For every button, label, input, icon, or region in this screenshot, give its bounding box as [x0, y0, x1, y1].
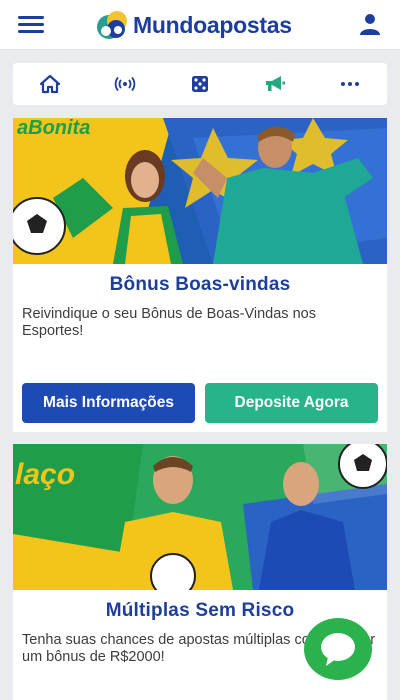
more-dots-icon	[340, 82, 359, 86]
user-profile-icon[interactable]	[358, 12, 382, 36]
deposit-now-button[interactable]: Deposite Agora	[205, 383, 378, 423]
promo-actions: Mais Informações Deposite Agora	[22, 383, 378, 423]
promo-card-welcome-bonus: aBonita Bônus Boas-vindas Reivindique o …	[13, 118, 387, 432]
live-chat-button[interactable]	[304, 618, 372, 680]
nav-promotions[interactable]	[255, 68, 295, 100]
brand-name: Mundoapostas	[133, 11, 292, 38]
nav-home[interactable]	[30, 68, 70, 100]
hamburger-menu-icon[interactable]	[18, 14, 44, 34]
megaphone-icon	[265, 76, 285, 91]
nav-casino[interactable]	[180, 68, 220, 100]
promo-banner-image: aBonita	[13, 118, 387, 264]
banner-text: aBonita	[17, 118, 90, 139]
promo-description: Reivindique o seu Bônus de Boas-Vindas n…	[22, 306, 316, 339]
nav-more[interactable]	[330, 68, 370, 100]
top-header: Mundoapostas	[0, 0, 400, 50]
live-broadcast-icon	[114, 76, 136, 92]
more-info-button[interactable]: Mais Informações	[22, 383, 195, 423]
chat-bubble-icon	[321, 633, 355, 666]
banner-text: laço	[15, 458, 75, 491]
promo-title: Bônus Boas-vindas	[109, 274, 291, 295]
home-icon	[40, 74, 61, 94]
dice-icon	[191, 76, 208, 92]
nav-live[interactable]	[105, 68, 145, 100]
category-nav-bar	[13, 63, 387, 105]
promo-banner-image: laço	[13, 444, 387, 590]
logo-mark-icon	[97, 11, 127, 39]
brand-logo[interactable]: Mundoapostas	[95, 7, 292, 43]
